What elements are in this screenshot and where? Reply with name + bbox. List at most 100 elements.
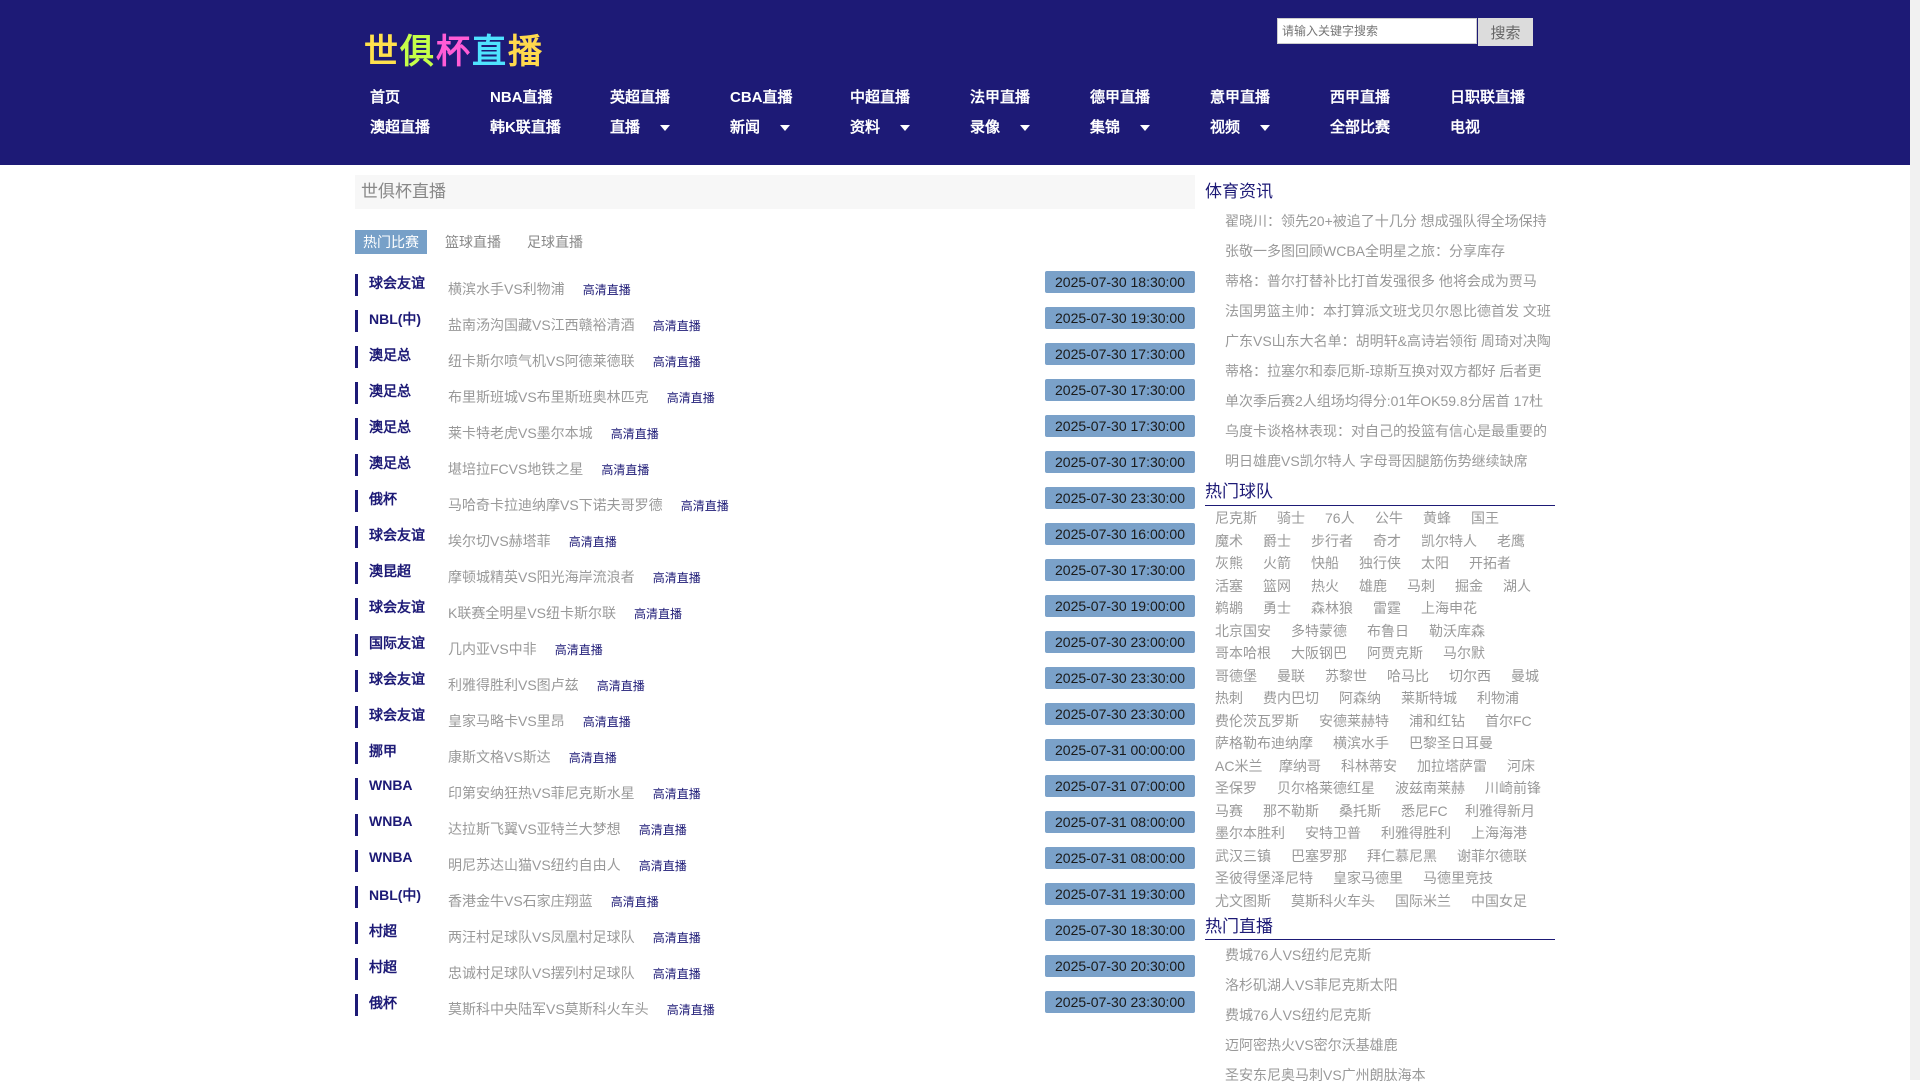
match-teams[interactable]: 摩顿城精英VS阳光海岸流浪者 高清直播: [448, 567, 701, 587]
team-link[interactable]: 莱斯特城: [1401, 688, 1457, 708]
team-link[interactable]: 切尔西: [1449, 666, 1491, 686]
match-teams[interactable]: 几内亚VS中非 高清直播: [448, 639, 603, 659]
nav-link[interactable]: 韩K联直播: [490, 116, 561, 140]
team-link[interactable]: 北京国安: [1215, 621, 1271, 641]
hd-live-link[interactable]: 高清直播: [569, 751, 617, 765]
team-link[interactable]: 马赛: [1215, 801, 1243, 821]
team-link[interactable]: 利雅得新月: [1465, 801, 1535, 821]
hd-live-link[interactable]: 高清直播: [583, 283, 631, 297]
team-link[interactable]: 贝尔格莱德红星: [1277, 778, 1375, 798]
news-link[interactable]: 法国男篮主帅：本打算派文班戈贝尔恩比德首发 文班: [1225, 301, 1555, 321]
news-link[interactable]: 广东VS山东大名单：胡明轩&高诗岩领衔 周琦对决陶: [1225, 331, 1555, 351]
nav-link[interactable]: 视频: [1210, 116, 1271, 140]
team-link[interactable]: 76人: [1325, 508, 1355, 528]
team-link[interactable]: 上海海港: [1471, 823, 1527, 843]
match-teams[interactable]: 埃尔切VS赫塔菲 高清直播: [448, 531, 617, 551]
match-teams[interactable]: 皇家马略卡VS里昂 高清直播: [448, 711, 631, 731]
team-link[interactable]: 河床: [1507, 756, 1535, 776]
match-teams[interactable]: 莱卡特老虎VS墨尔本城 高清直播: [448, 423, 659, 443]
team-link[interactable]: 波兹南莱赫: [1395, 778, 1465, 798]
team-link[interactable]: 公牛: [1375, 508, 1403, 528]
team-link[interactable]: 魔术: [1215, 531, 1243, 551]
hd-live-link[interactable]: 高清直播: [653, 967, 701, 981]
news-link[interactable]: 蒂格：普尔打替补比打首发强很多 他将会成为贾马: [1225, 271, 1555, 291]
search-button[interactable]: 搜索: [1478, 18, 1533, 46]
league-label[interactable]: WNBA: [369, 849, 413, 865]
team-link[interactable]: 鹈鹕: [1215, 598, 1243, 618]
match-teams[interactable]: K联赛全明星VS纽卡斯尔联 高清直播: [448, 603, 682, 623]
team-link[interactable]: 火箭: [1263, 553, 1291, 573]
team-link[interactable]: 热火: [1311, 576, 1339, 596]
page-scrollbar[interactable]: [1910, 0, 1920, 1080]
team-link[interactable]: 热刺: [1215, 688, 1243, 708]
match-teams[interactable]: 堪培拉FCVS地铁之星 高清直播: [448, 459, 649, 479]
team-link[interactable]: 苏黎世: [1325, 666, 1367, 686]
news-link[interactable]: 明日雄鹿VS凯尔特人 字母哥因腿筋伤势继续缺席: [1225, 451, 1555, 471]
tab-2[interactable]: 足球直播: [527, 230, 583, 254]
team-link[interactable]: 尤文图斯: [1215, 891, 1271, 911]
team-link[interactable]: 费伦茨瓦罗斯: [1215, 711, 1299, 731]
match-teams[interactable]: 两汪村足球队VS凤凰村足球队 高清直播: [448, 927, 701, 947]
team-link[interactable]: 雷霆: [1373, 598, 1401, 618]
team-link[interactable]: 老鹰: [1497, 531, 1525, 551]
team-link[interactable]: 掘金: [1455, 576, 1483, 596]
nav-link[interactable]: 全部比赛: [1330, 116, 1390, 140]
team-link[interactable]: 凯尔特人: [1421, 531, 1477, 551]
team-link[interactable]: 国际米兰: [1395, 891, 1451, 911]
news-link[interactable]: 单次季后赛2人组场均得分:01年OK59.8分居首 17杜: [1225, 391, 1555, 411]
league-label[interactable]: 澳足总: [369, 381, 411, 401]
hd-live-link[interactable]: 高清直播: [634, 607, 682, 621]
team-link[interactable]: AC米兰: [1215, 756, 1262, 776]
match-teams[interactable]: 布里斯班城VS布里斯班奥林匹克 高清直播: [448, 387, 715, 407]
team-link[interactable]: 湖人: [1503, 576, 1531, 596]
hd-live-link[interactable]: 高清直播: [667, 391, 715, 405]
team-link[interactable]: 独行侠: [1359, 553, 1401, 573]
team-link[interactable]: 勇士: [1263, 598, 1291, 618]
match-teams[interactable]: 印第安纳狂热VS菲尼克斯水星 高清直播: [448, 783, 701, 803]
live-link[interactable]: 圣安东尼奥马刺VS广州朗肽海本: [1225, 1065, 1555, 1085]
team-link[interactable]: 加拉塔萨雷: [1417, 756, 1487, 776]
match-teams[interactable]: 利雅得胜利VS图卢兹 高清直播: [448, 675, 645, 695]
news-link[interactable]: 张敬一多图回顾WCBA全明星之旅：分享库存: [1225, 241, 1555, 261]
team-link[interactable]: 阿森纳: [1339, 688, 1381, 708]
team-link[interactable]: 墨尔本胜利: [1215, 823, 1285, 843]
team-link[interactable]: 中国女足: [1471, 891, 1527, 911]
team-link[interactable]: 奇才: [1373, 531, 1401, 551]
league-label[interactable]: 俄杯: [369, 489, 397, 509]
league-label[interactable]: 球会友谊: [369, 525, 425, 545]
hd-live-link[interactable]: 高清直播: [681, 499, 729, 513]
hd-live-link[interactable]: 高清直播: [555, 643, 603, 657]
team-link[interactable]: 马德里竞技: [1423, 868, 1493, 888]
hd-live-link[interactable]: 高清直播: [653, 571, 701, 585]
hd-live-link[interactable]: 高清直播: [639, 859, 687, 873]
team-link[interactable]: 利雅得胜利: [1381, 823, 1451, 843]
match-teams[interactable]: 香港金牛VS石家庄翔蓝 高清直播: [448, 891, 659, 911]
match-teams[interactable]: 达拉斯飞翼VS亚特兰大梦想 高清直播: [448, 819, 687, 839]
league-label[interactable]: 球会友谊: [369, 597, 425, 617]
league-label[interactable]: WNBA: [369, 777, 413, 793]
tab-0[interactable]: 热门比赛: [355, 230, 427, 254]
league-label[interactable]: 球会友谊: [369, 669, 425, 689]
live-link[interactable]: 迈阿密热火VS密尔沃基雄鹿: [1225, 1035, 1555, 1055]
nav-link[interactable]: 电视: [1450, 116, 1480, 140]
nav-link[interactable]: 西甲直播: [1330, 86, 1390, 110]
league-label[interactable]: 澳足总: [369, 453, 411, 473]
news-link[interactable]: 乌度卡谈格林表现：对自己的投篮有信心是最重要的: [1225, 421, 1555, 441]
team-link[interactable]: 圣彼得堡泽尼特: [1215, 868, 1313, 888]
match-teams[interactable]: 横滨水手VS利物浦 高清直播: [448, 279, 631, 299]
nav-link[interactable]: 资料: [850, 116, 911, 140]
team-link[interactable]: 灰熊: [1215, 553, 1243, 573]
team-link[interactable]: 萨格勒布迪纳摩: [1215, 733, 1313, 753]
team-link[interactable]: 篮网: [1263, 576, 1291, 596]
team-link[interactable]: 骑士: [1277, 508, 1305, 528]
nav-link[interactable]: 法甲直播: [970, 86, 1030, 110]
match-teams[interactable]: 纽卡斯尔喷气机VS阿德莱德联 高清直播: [448, 351, 701, 371]
team-link[interactable]: 悉尼FC: [1401, 801, 1448, 821]
league-label[interactable]: 球会友谊: [369, 705, 425, 725]
hd-live-link[interactable]: 高清直播: [639, 823, 687, 837]
nav-link[interactable]: 录像: [970, 116, 1031, 140]
hd-live-link[interactable]: 高清直播: [667, 1003, 715, 1017]
match-teams[interactable]: 忠诚村足球队VS摆列村足球队 高清直播: [448, 963, 701, 983]
league-label[interactable]: NBL(中): [369, 885, 421, 905]
hd-live-link[interactable]: 高清直播: [597, 679, 645, 693]
